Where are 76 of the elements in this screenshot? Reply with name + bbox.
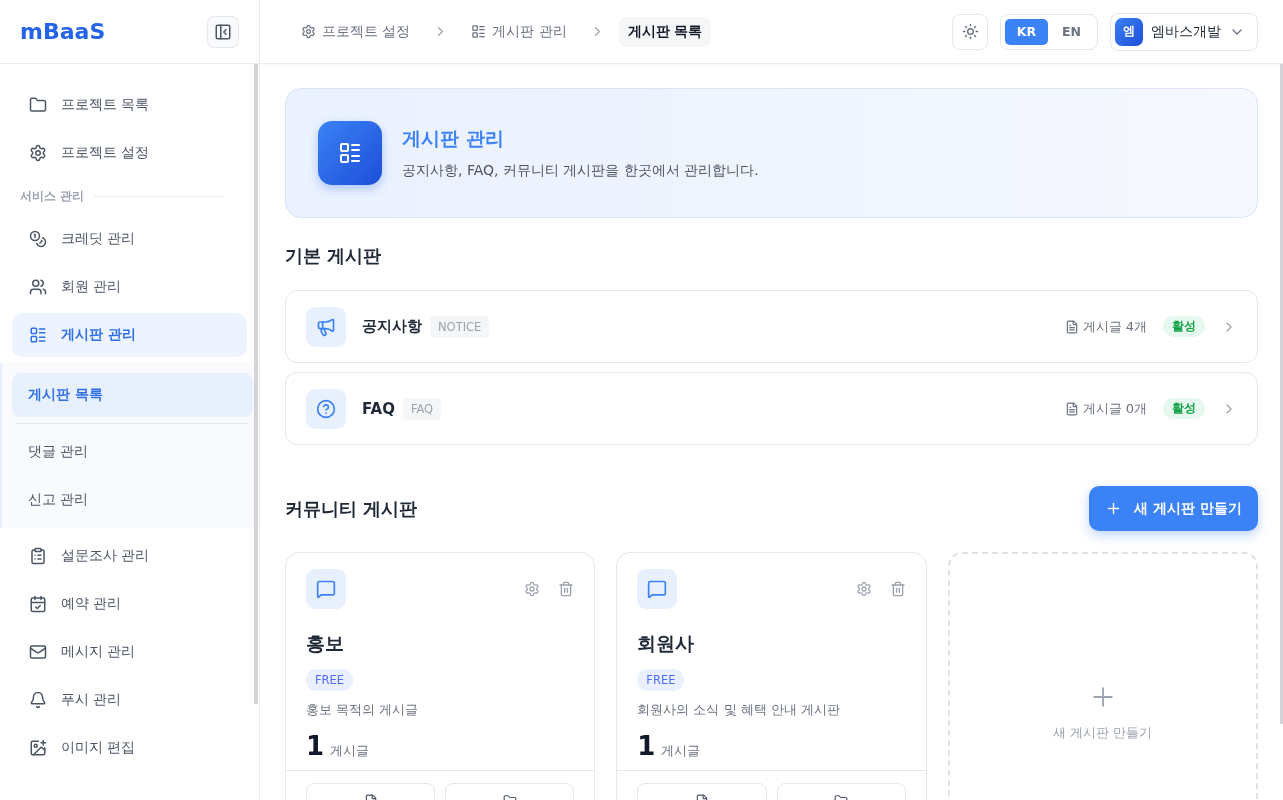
section-label: 서비스 관리	[20, 187, 85, 205]
chat-icon	[637, 569, 678, 609]
language-option[interactable]: EN	[1050, 18, 1093, 45]
document-icon	[1064, 401, 1079, 416]
language-option[interactable]: KR	[1005, 18, 1048, 45]
sidebar-item-icon	[29, 326, 47, 344]
post-count: 게시글 0개	[1064, 399, 1147, 418]
type-badge: FREE	[306, 669, 354, 691]
sun-icon	[961, 23, 979, 40]
user-name: 엠바스개발	[1151, 22, 1221, 41]
breadcrumb-icon	[301, 24, 316, 39]
sidebar-item-icon	[29, 230, 47, 248]
board-description: 홍보 목적의 게시글	[306, 701, 420, 719]
sidebar-item-icon	[29, 691, 47, 709]
breadcrumb-link[interactable]: 게시판 관리	[462, 16, 576, 47]
sidebar-item-icon	[29, 643, 47, 661]
sidebar-item[interactable]: 프로젝트 목록	[12, 83, 247, 127]
sidebar-item[interactable]: 프로젝트 설정	[12, 131, 247, 175]
breadcrumb-link[interactable]: 게시판 목록	[618, 16, 712, 47]
page-description: 공지사항, FAQ, 커뮤니티 게시판을 한곳에서 관리합니다.	[402, 162, 759, 180]
status-badge: 활성	[1163, 398, 1205, 419]
section-title: 기본 게시판	[285, 244, 383, 268]
post-count-label: 게시글	[661, 742, 701, 760]
page-title: 게시판 관리	[402, 126, 505, 151]
board-name: 공지사항	[362, 317, 422, 336]
section-title: 커뮤니티 게시판	[285, 496, 418, 521]
status-badge: 활성	[1163, 316, 1205, 337]
board-icon	[306, 388, 346, 429]
create-board-button[interactable]: 새 게시판 만들기	[1089, 486, 1258, 531]
scrollbar[interactable]	[1280, 64, 1283, 724]
board-code: NOTICE	[430, 315, 490, 338]
submenu-item[interactable]: 댓글 관리	[12, 430, 253, 474]
trash-icon[interactable]	[558, 581, 575, 597]
sidebar-item[interactable]: 회원 관리	[12, 265, 247, 309]
board-name: 홍보	[306, 631, 345, 656]
board-code: FAQ	[402, 397, 442, 420]
panel-collapse-icon	[214, 22, 232, 41]
document-icon	[1064, 319, 1079, 334]
post-count: 1	[637, 731, 656, 761]
theme-toggle-button[interactable]	[952, 13, 988, 50]
post-count: 1	[306, 731, 325, 761]
sidebar-item[interactable]: 예약 관리	[12, 582, 247, 626]
sidebar-item[interactable]: 설문조사 관리	[12, 534, 247, 578]
board-name: FAQ	[362, 399, 395, 418]
breadcrumb-link[interactable]: 프로젝트 설정	[292, 16, 420, 47]
collapse-sidebar-button[interactable]	[207, 15, 239, 48]
type-badge: FREE	[637, 669, 685, 691]
board-list-icon	[318, 121, 382, 185]
app-logo: mBaaS	[20, 19, 106, 44]
sidebar-item-icon	[29, 144, 47, 162]
user-menu-button[interactable]: 엠 엠바스개발	[1110, 12, 1258, 51]
sidebar-item[interactable]: 게시판 관리	[12, 313, 247, 357]
sidebar-item-icon	[29, 739, 47, 757]
board-row[interactable]: FAQ FAQ 게시글 0개 활성	[285, 372, 1258, 445]
board-icon	[306, 306, 346, 347]
chat-icon	[306, 569, 346, 609]
sidebar-item[interactable]: 이미지 편집	[12, 726, 247, 770]
post-count: 게시글 4개	[1064, 317, 1147, 336]
submenu-item[interactable]: 게시판 목록	[12, 373, 253, 417]
sidebar-item-icon	[29, 547, 47, 565]
settings-icon[interactable]	[524, 581, 541, 597]
sidebar-item-icon	[29, 278, 47, 296]
settings-icon[interactable]	[855, 581, 872, 597]
user-avatar: 엠	[1115, 17, 1143, 46]
post-count-label: 게시글	[330, 742, 370, 760]
sidebar-item[interactable]: 푸시 관리	[12, 678, 247, 722]
sidebar-item-icon	[29, 595, 47, 613]
board-row[interactable]: 공지사항 NOTICE 게시글 4개 활성	[285, 290, 1258, 363]
board-name: 회원사	[637, 631, 696, 656]
trash-icon[interactable]	[889, 581, 906, 597]
sidebar-item[interactable]: 메시지 관리	[12, 630, 247, 674]
submenu-item[interactable]: 신고 관리	[12, 478, 253, 522]
breadcrumb-icon	[471, 24, 487, 39]
sidebar-item-icon	[29, 96, 47, 114]
board-description: 회원사의 소식 및 혜택 안내 게시판	[637, 701, 841, 719]
sidebar-item[interactable]: 크레딧 관리	[12, 217, 247, 261]
